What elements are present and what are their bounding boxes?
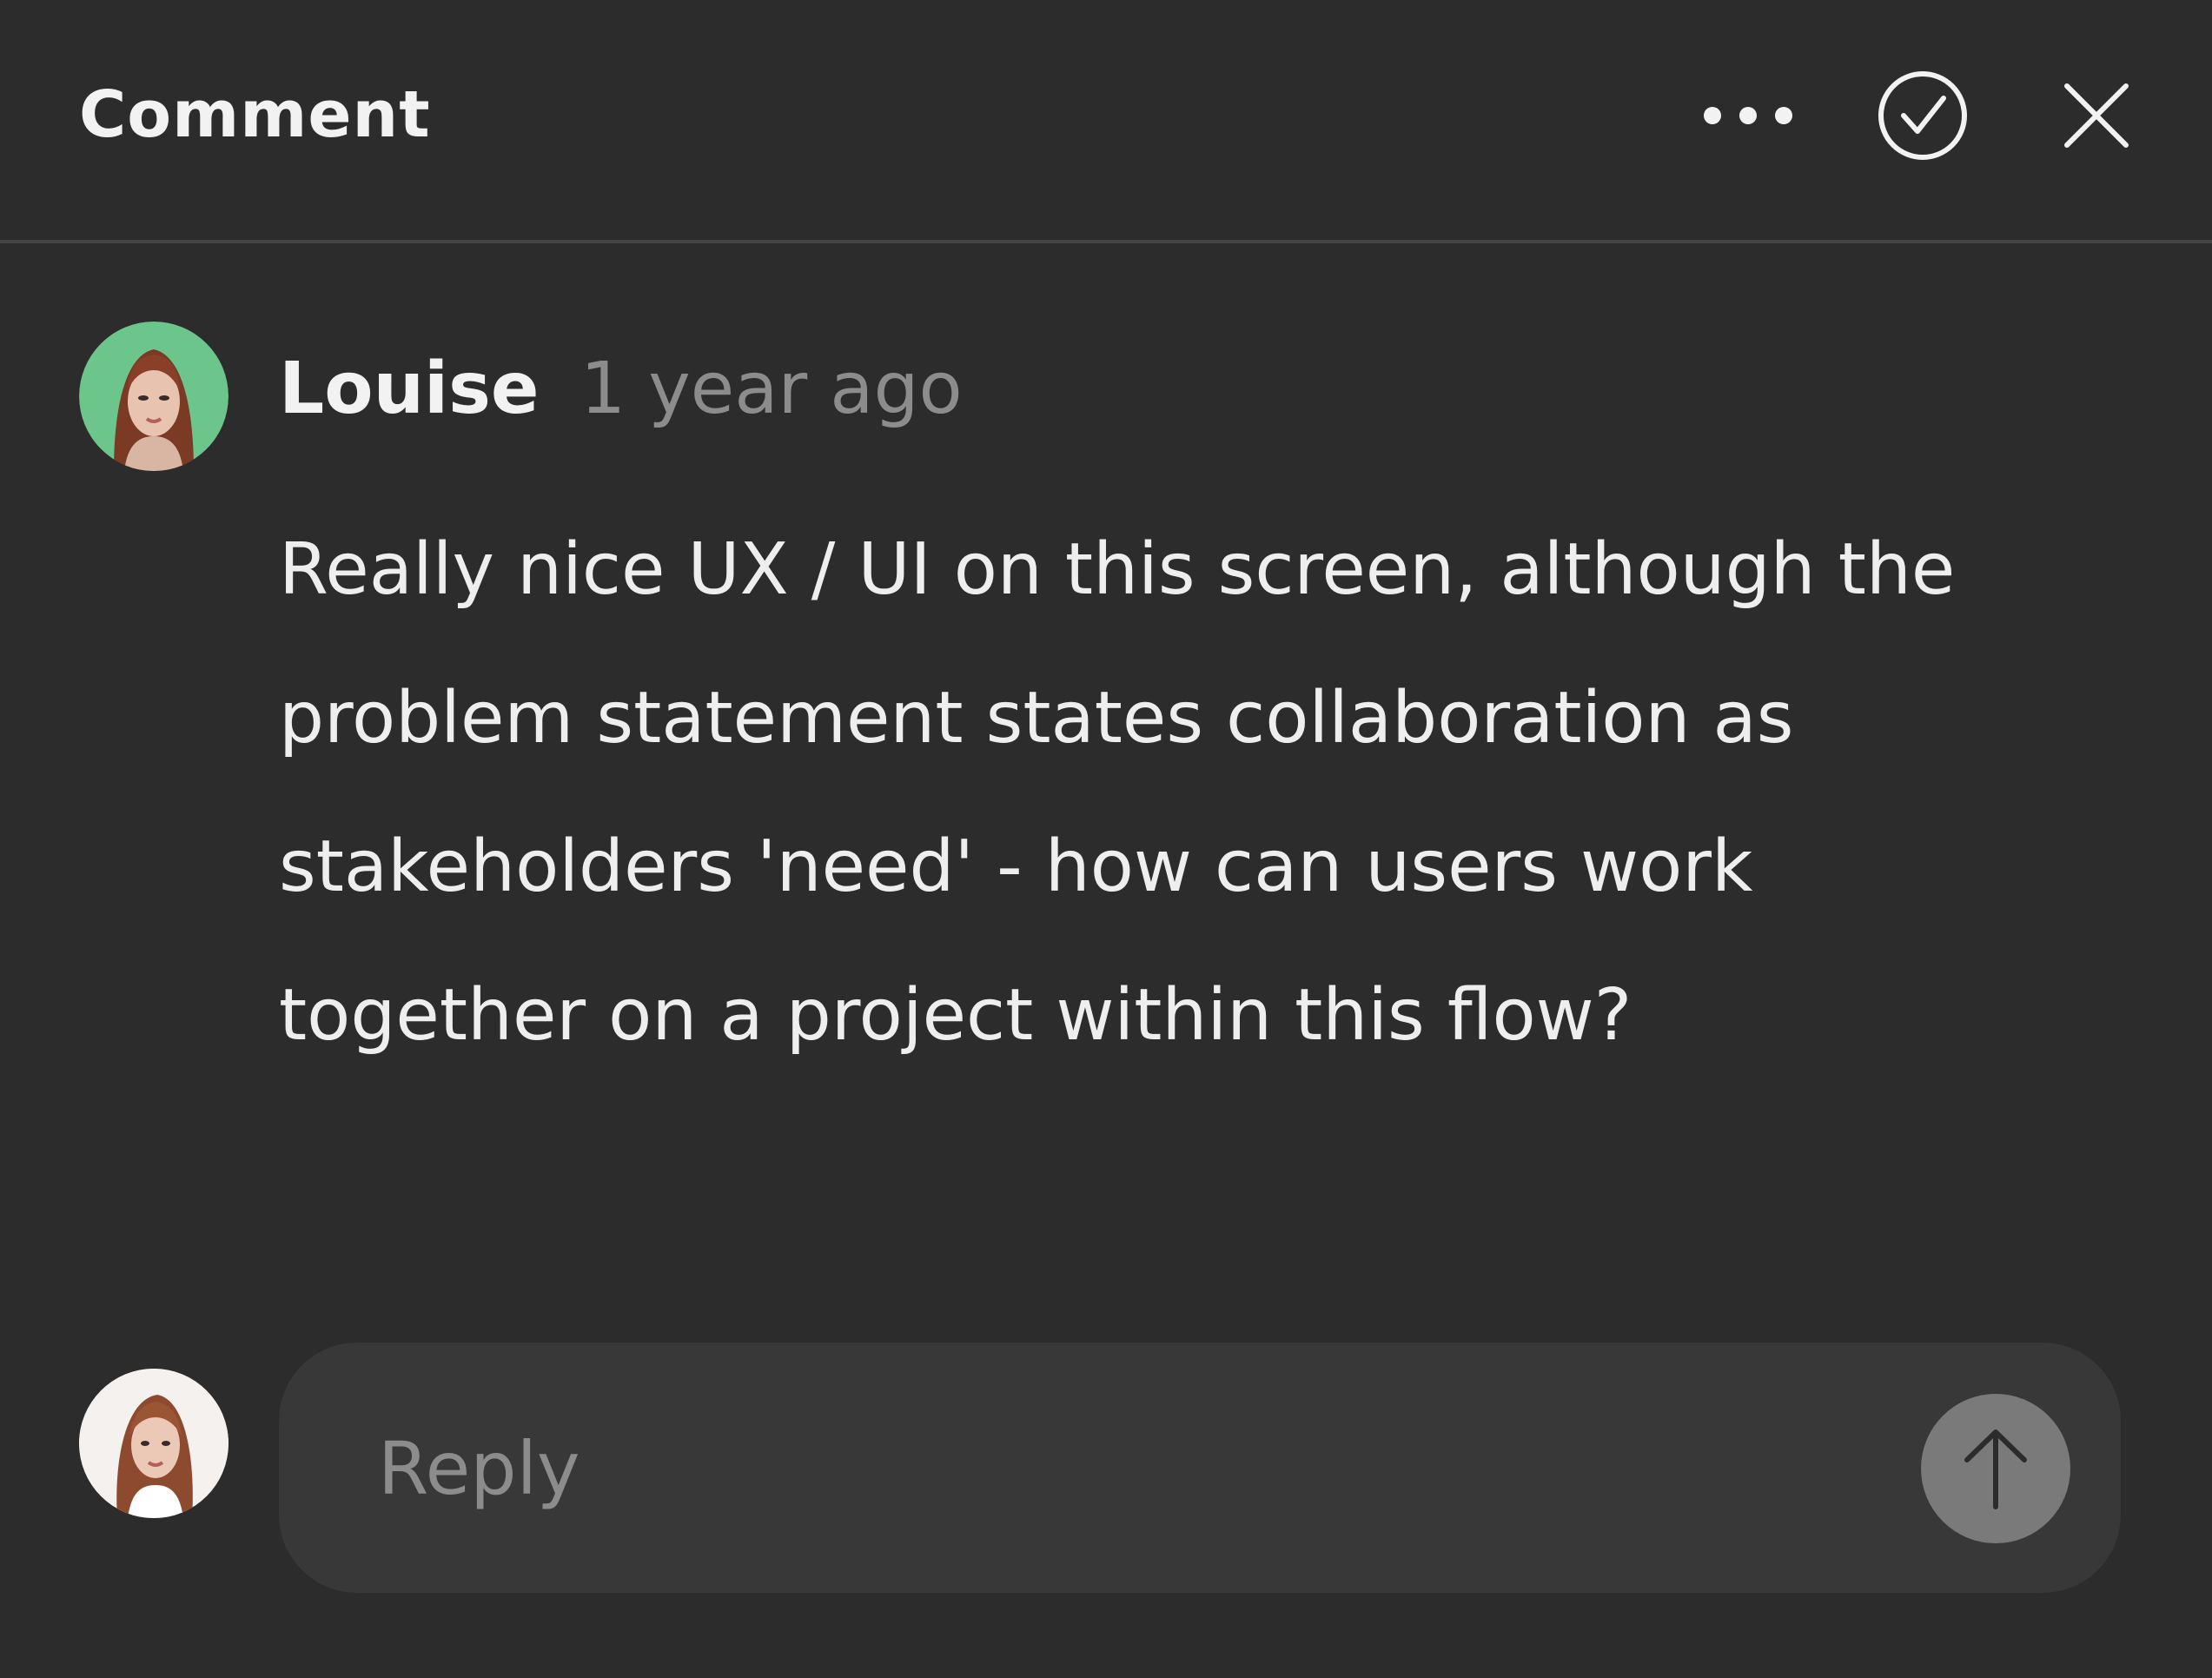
panel-title: Comment [79,77,431,152]
more-options-button[interactable] [1699,65,1798,165]
close-button[interactable] [2046,65,2146,165]
comment-panel: Comment Louise 1 year ago Really nice UX… [0,0,2212,1678]
more-horizontal-icon [1704,106,1792,124]
comment-header: Comment [0,0,2212,243]
arrow-up-icon [1964,1429,2027,1509]
comment-timestamp: 1 year ago [580,348,963,430]
avatar-photo [79,322,228,471]
avatar-photo [79,1369,228,1518]
check-circle-icon [1878,70,1967,160]
reply-input[interactable] [378,1421,1855,1516]
author-avatar[interactable] [79,322,228,471]
reply-box [279,1343,2121,1593]
close-icon [2063,83,2129,148]
current-user-avatar [79,1369,228,1518]
reply-row [0,1343,2212,1595]
comment-text: Really nice UX / UI on this screen, alth… [279,528,1956,1057]
send-reply-button[interactable] [1921,1394,2070,1543]
author-name: Louise [279,348,540,430]
resolve-button[interactable] [1872,65,1972,165]
